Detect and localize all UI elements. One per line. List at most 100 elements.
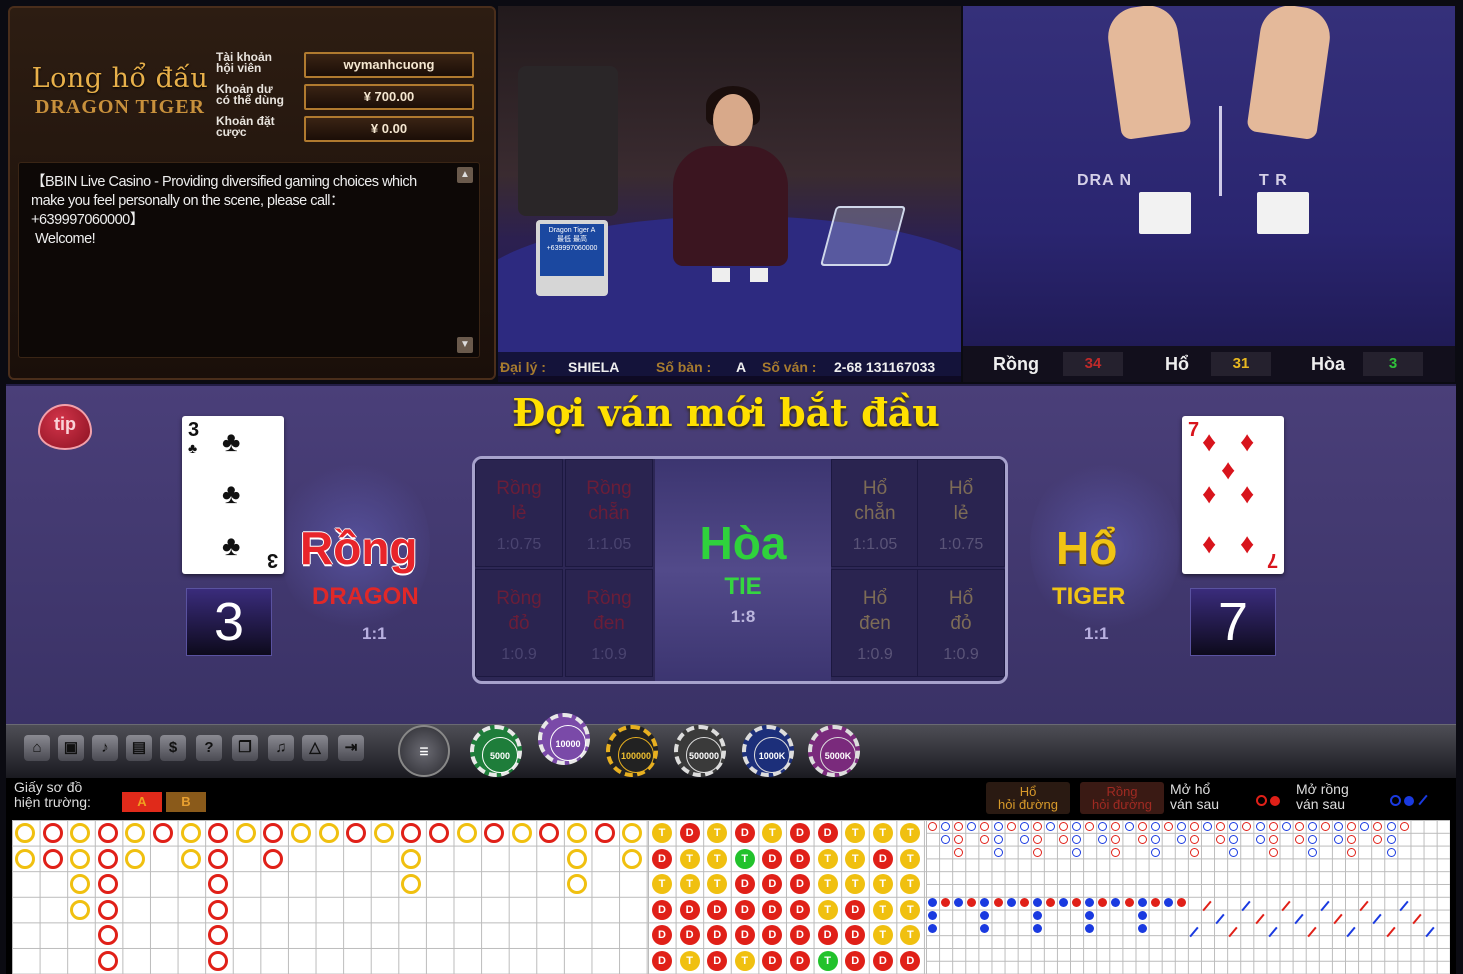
big-road-ring [484,823,505,843]
bet-label: Khoản đặt cược [216,114,275,139]
bet-tiger-black[interactable]: Hổ đen 1:0.9 [831,569,919,677]
bead-dragon: D [762,925,783,946]
tiger-table-label: T R [1259,172,1288,189]
big-road-ring [97,925,118,946]
bet-tiger-odd-odds: 1:0.75 [938,536,984,553]
roadmap-tab-b[interactable]: B [166,792,206,812]
chip-5000[interactable]: 5000 [470,725,522,777]
bead-tiger: T [872,823,893,843]
exit-icon[interactable]: ⇥ [338,735,364,761]
big-road-ring [180,848,201,869]
bead-eye-ring [1307,822,1317,831]
bead-eye-ring [1307,847,1317,857]
bet-dragon-red[interactable]: Rồng đỏ 1:0.9 [475,569,563,677]
bead-tiger: T [679,874,700,895]
big-road-ring [15,823,35,843]
bead-dragon: D [845,899,866,920]
bead-eye-ring [1386,822,1396,831]
bead-eye-ring [1373,834,1383,844]
bead-eye-ring [1216,822,1226,831]
big-road-ring [401,823,422,843]
scroll-down-button[interactable]: ▼ [457,337,473,353]
tiger-ask-button[interactable]: Hổ hỏi đường [986,782,1070,814]
next-dragon-ring-icon [1390,795,1401,806]
bead-eye-ring [1019,822,1029,831]
bet-tiger-red-label: Hổ đỏ [948,588,974,634]
bead-eye-ring [1150,847,1160,857]
bead-dragon: D [790,925,810,946]
bead-tiger: T [734,951,755,971]
warning-icon[interactable]: △ [302,735,328,761]
bead-dragon: D [790,951,810,971]
dealer-body [673,146,788,266]
money-icon[interactable]: $ [160,735,186,761]
small-road-dot [967,898,977,907]
cockroach-road-slash [1189,926,1199,937]
chip-100000[interactable]: 100000 [606,725,658,777]
message-box[interactable]: 【BBIN Live Casino - Providing diversifie… [18,162,480,358]
bet-tiger-red[interactable]: Hổ đỏ 1:0.9 [917,569,1005,677]
bead-eye-ring [1150,834,1160,844]
big-road-ring [208,848,229,869]
big-road-ring [622,848,643,869]
bet-tie[interactable]: Hòa TIE 1:8 [655,459,831,681]
dragon-bet-name[interactable]: Rồng [300,524,418,572]
small-road-dot [941,898,951,907]
bet-tiger-even[interactable]: Hổ chẵn 1:1.05 [831,459,919,567]
card-closeup-video: DRA N T R Rồng 34 Hổ 31 Hòa 3 [963,6,1455,382]
dragon-ask-button[interactable]: Rồng hỏi đường [1080,782,1164,814]
bead-eye-ring [1072,822,1082,831]
tiger-bet-name[interactable]: Hổ [1056,524,1117,572]
chip-10000[interactable]: 10000 [538,713,590,765]
small-road-dot [1137,910,1147,920]
bet-dragon-black[interactable]: Rồng đen 1:0.9 [565,569,653,677]
small-road-dot [1006,898,1016,907]
chip-stack-button[interactable]: ☰ [398,725,450,777]
diamond-pip-icon: ♦ [1240,478,1255,509]
tip-button[interactable]: tip [32,400,98,454]
big-road-ring [622,823,643,843]
big-road-ring [97,874,118,895]
bead-tie: T [734,848,755,869]
small-road-dot [1019,898,1029,907]
bead-tiger: T [900,848,921,869]
roadmap-tab-a[interactable]: A [122,792,162,812]
history-icon[interactable]: ▤ [126,735,152,761]
video-icon[interactable]: ▣ [58,735,84,761]
balance-value: ¥ 700.00 [304,84,474,110]
small-road-dot [1124,898,1134,907]
bet-dragon-even[interactable]: Rồng chẵn 1:1.05 [565,459,653,567]
help-icon[interactable]: ? [196,735,222,761]
bead-tiger: T [679,951,700,971]
left-hand [1104,6,1192,141]
bead-eye-ring [1176,822,1186,831]
bead-eye-ring [1386,834,1396,844]
big-road-ring [511,823,532,843]
chip-500000[interactable]: 500000 [674,725,726,777]
sound-icon[interactable]: ♪ [92,735,118,761]
bet-dragon-odd[interactable]: Rồng lẻ 1:0.75 [475,459,563,567]
bead-eye-ring [1242,822,1252,831]
music-icon[interactable]: ♫ [268,735,294,761]
bead-eye-ring [1059,822,1068,831]
bet-dragon-red-odds: 1:0.9 [501,646,537,663]
scroll-up-button[interactable]: ▲ [457,167,473,183]
bead-tiger: T [900,823,921,843]
copy-icon[interactable]: ❐ [232,735,258,761]
member-row: Tài khoản hội viên wymanhcuong [216,51,486,82]
small-road-dot [954,898,964,907]
bead-road-grid: TDTDTDDTTTDTTTDDTTDTTTTDDDTTTTDDDDDDTDTT… [648,820,926,974]
cockroach-road-slash [1372,913,1383,925]
bead-dragon: D [872,951,893,971]
bead-tiger: T [652,823,672,843]
big-road-ring [208,925,229,946]
betting-area: tip Đợi ván mới bắt đầu 3 ♣ ♣ ♣ ♣ 3 3 Rồ… [6,384,1456,724]
big-road-ring [594,823,615,843]
bead-eye-ring [1150,822,1160,831]
bet-tiger-odd[interactable]: Hổ lẻ 1:0.75 [917,459,1005,567]
chip-1000k[interactable]: 1000K [742,725,794,777]
next-tiger-ring-icon [1256,795,1267,806]
chip-5000k[interactable]: 5000K [808,725,860,777]
big-road-ring [180,823,201,843]
home-icon[interactable]: ⌂ [24,735,50,761]
